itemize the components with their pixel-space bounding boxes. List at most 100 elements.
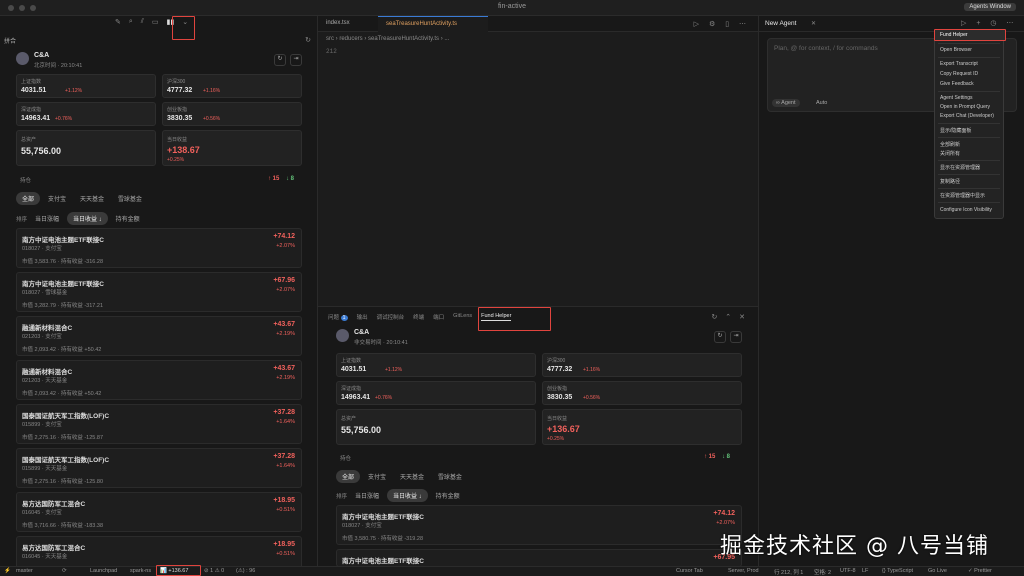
panel-tab-output[interactable]: 输出: [357, 313, 368, 321]
menu-item-open-in-prompt-query[interactable]: Open in Prompt Query: [940, 104, 990, 110]
agents-window-button[interactable]: Agents Window: [964, 3, 1016, 11]
down-count: ↓ 8: [722, 454, 731, 460]
eol[interactable]: LF: [862, 568, 868, 574]
layout-icon[interactable]: ▭: [152, 18, 159, 26]
panel-tab-debug[interactable]: 调试控制台: [377, 313, 405, 321]
menu-item-export-chat[interactable]: Export Chat (Developer): [940, 113, 994, 119]
menu-separator: [938, 174, 1000, 175]
cursor-tab[interactable]: Cursor Tab: [676, 568, 703, 574]
breadcrumb[interactable]: src › reducers › seaTreasureHuntActivity…: [326, 36, 449, 42]
menu-item-copy-request-id[interactable]: Copy Request ID: [940, 71, 978, 77]
menu-item-show-in-explorer[interactable]: 在资源管理器中显示: [940, 192, 985, 199]
fund-row[interactable]: 南方中证电池主题ETF联接C 018027 · 支付宝 市值 3,583.76 …: [16, 228, 302, 268]
fund-code: 018027 · 支付宝: [22, 246, 62, 252]
git-branch[interactable]: master: [16, 568, 33, 574]
menu-item-configure-icon-visibility[interactable]: Configure Icon Visibility: [940, 207, 992, 213]
fund-row[interactable]: 国泰国证航天军工指数(LOF)C 015899 · 天天基金 市值 2,275.…: [16, 448, 302, 488]
index-card[interactable]: 上证指数 4031.51 +1.12%: [336, 353, 536, 377]
menu-item-open-browser[interactable]: Open Browser: [940, 47, 972, 53]
menu-separator: [938, 202, 1000, 203]
index-card[interactable]: 创业板指 3830.35 +0.56%: [542, 381, 742, 405]
sort-option-change[interactable]: 当日涨幅: [349, 489, 385, 502]
index-card[interactable]: 沪深300 4777.32 +1.16%: [542, 353, 742, 377]
today-profit-card: 当日收益 +138.67 +0.25%: [162, 130, 302, 166]
editor-actions[interactable]: ▷ ⚙ ▯ ⋯: [694, 20, 750, 28]
filter-tab-alipay[interactable]: 支付宝: [42, 192, 72, 205]
edit-icon[interactable]: ✎: [115, 18, 121, 26]
go-live[interactable]: Go Live: [928, 568, 947, 574]
filter-tab-all[interactable]: 全部: [16, 192, 41, 205]
sort-option-amount[interactable]: 持有金额: [430, 489, 466, 502]
filter-tab-tiantian[interactable]: 天天基金: [394, 470, 430, 483]
sort-option-amount[interactable]: 持有金额: [110, 212, 146, 225]
index-card[interactable]: 沪深300 4777.32 +1.16%: [162, 74, 302, 98]
menu-item-give-feedback[interactable]: Give Feedback: [940, 81, 974, 87]
server-status[interactable]: Server, Prod: [728, 568, 759, 574]
filter-tab-tiantian[interactable]: 天天基金: [74, 192, 110, 205]
cursor-position[interactable]: 行 212, 列 1: [774, 568, 803, 576]
fund-row[interactable]: 融通新材料混合C 021203 · 天天基金 市值 2,093.42 · 持有收…: [16, 360, 302, 400]
panel-tab-terminal[interactable]: 终端: [413, 313, 424, 321]
index-card[interactable]: 深证成指 14963.41 +0.76%: [16, 102, 156, 126]
agent-mode-pill[interactable]: ∞ Agent: [772, 99, 800, 107]
panel-tab-problems[interactable]: 问题 1: [328, 313, 348, 321]
close-icon[interactable]: ✕: [811, 20, 816, 27]
filter-tab-alipay[interactable]: 支付宝: [362, 470, 392, 483]
export-button[interactable]: ⇥: [290, 54, 302, 66]
fund-row[interactable]: 南方中证电池主题ETF联接C 018027 · 雪球基金 市值 3,282.79…: [16, 272, 302, 312]
search-icon[interactable]: ⌕: [129, 18, 133, 26]
indentation[interactable]: 空格: 2: [814, 568, 831, 576]
panel-actions[interactable]: ↻ ⌃ ✕: [712, 313, 749, 321]
account-name: C&A: [354, 329, 370, 336]
tab-seatreasure[interactable]: seaTreasureHuntActivity.ts: [378, 16, 488, 32]
filter-tab-xueqiu[interactable]: 雪球基金: [432, 470, 468, 483]
sort-option-change[interactable]: 当日涨幅: [29, 212, 65, 225]
panel-tab-gitlens[interactable]: GitLens: [453, 313, 472, 321]
menu-item-export-transcript[interactable]: Export Transcript: [940, 61, 978, 67]
sort-option-profit[interactable]: 当日收益 ↓: [386, 489, 428, 502]
sort-label: 排序: [16, 217, 28, 223]
cursor-info[interactable]: (⚠) : 96: [236, 568, 255, 574]
agent-tab-title[interactable]: New Agent: [765, 20, 796, 27]
language-mode[interactable]: {} TypeScript: [882, 568, 913, 574]
menu-item-reveal-explorer[interactable]: 显示在资源管理器: [940, 164, 980, 171]
problems-status[interactable]: ⊘ 1 ⚠ 0: [204, 568, 224, 574]
fund-change: +2.07%: [276, 243, 295, 249]
sort-bar: 排序 当日涨幅 当日收益 ↓ 持有金额: [336, 489, 466, 502]
fund-row[interactable]: 易方达国防军工混合C 016045 · 天天基金 +18.95 +0.51%: [16, 536, 302, 566]
sync-button[interactable]: ↻: [714, 331, 726, 343]
menu-item-close-all[interactable]: 关闭所有: [940, 150, 960, 157]
agent-tab-actions[interactable]: ▷ + ◷ ⋯: [961, 19, 1017, 27]
filter-tab-all[interactable]: 全部: [336, 470, 361, 483]
menu-item-agent-settings[interactable]: Agent Settings: [940, 95, 973, 101]
prettier[interactable]: ✓ Prettier: [968, 568, 992, 574]
refresh-icon[interactable]: ↻: [305, 36, 311, 44]
launchpad[interactable]: Launchpad: [90, 568, 117, 574]
sync-icon[interactable]: ⟳: [62, 568, 67, 574]
menu-item-toggle-panel[interactable]: 显示/隐藏面板: [940, 127, 971, 134]
filter-icon[interactable]: ⫽: [141, 18, 144, 26]
tab-index-tsx[interactable]: index.tsx: [318, 16, 378, 32]
index-card[interactable]: 深证成指 14963.41 +0.76%: [336, 381, 536, 405]
sync-button[interactable]: ↻: [274, 54, 286, 66]
menu-item-refresh-all[interactable]: 全部刷新: [940, 141, 960, 148]
model-select[interactable]: Auto: [816, 100, 827, 106]
fund-row[interactable]: 南方中证电池主题ETF联接C +67.95: [336, 549, 742, 567]
menu-item-copy-path[interactable]: 复制路径: [940, 178, 960, 185]
encoding[interactable]: UTF-8: [840, 568, 856, 574]
prompt-input[interactable]: Plan, @ for context, / for commands: [774, 45, 878, 52]
fund-row[interactable]: 南方中证电池主题ETF联接C 018027 · 支付宝 市值 3,580.75 …: [336, 505, 742, 545]
sort-option-profit[interactable]: 当日收益 ↓: [66, 212, 108, 225]
section-title: 拼合: [4, 39, 17, 45]
fund-row[interactable]: 国泰国证航天军工指数(LOF)C 015899 · 支付宝 市值 2,275.1…: [16, 404, 302, 444]
filter-tab-xueqiu[interactable]: 雪球基金: [112, 192, 148, 205]
fund-row[interactable]: 易方达国防军工混合C 016045 · 支付宝 市值 3,716.66 · 持有…: [16, 492, 302, 532]
export-button[interactable]: ⇥: [730, 331, 742, 343]
fund-row[interactable]: 融通新材料混合C 021203 · 支付宝 市值 2,093.42 · 持有收益…: [16, 316, 302, 356]
index-card[interactable]: 上证指数 4031.51 +1.12%: [16, 74, 156, 98]
remote-icon[interactable]: ⚡: [4, 568, 11, 574]
panel-tab-ports[interactable]: 端口: [433, 313, 444, 321]
highlight-fund-total-status: [156, 565, 201, 576]
spark-ns[interactable]: spark-ns: [130, 568, 151, 574]
index-card[interactable]: 创业板指 3830.35 +0.56%: [162, 102, 302, 126]
